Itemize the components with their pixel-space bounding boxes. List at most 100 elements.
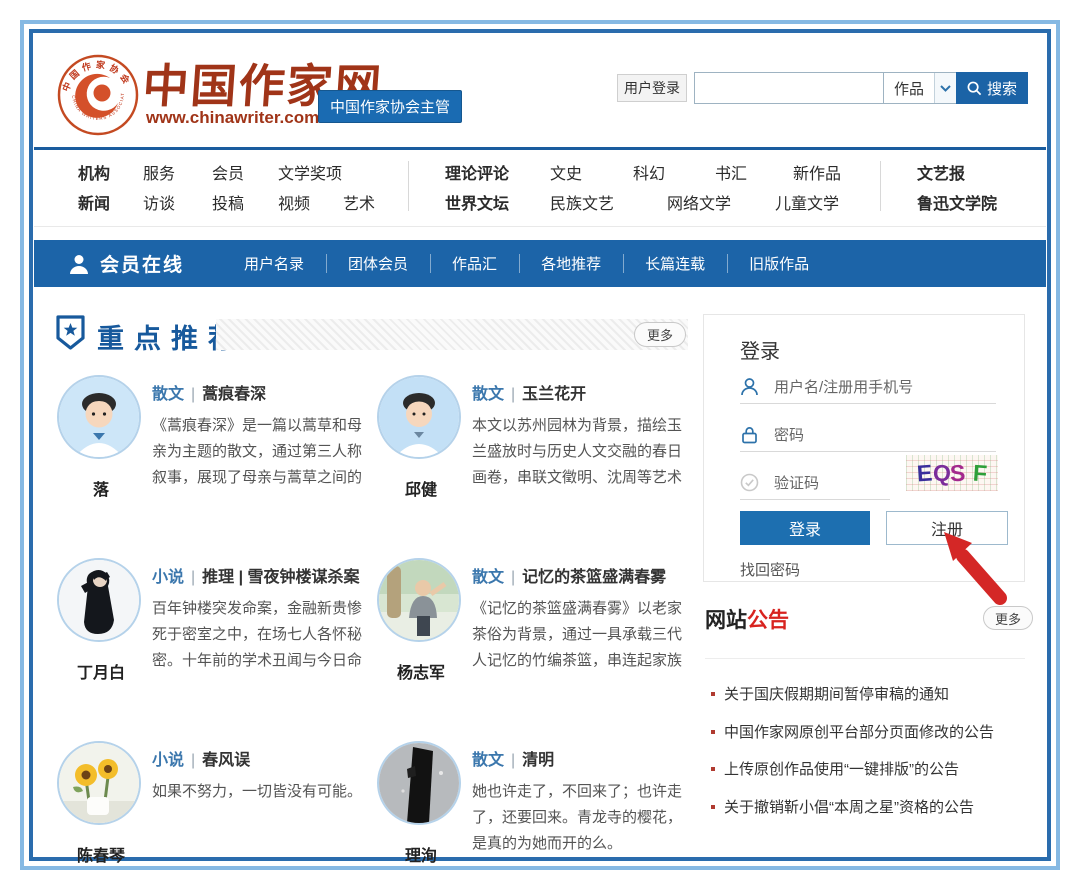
sunflower-avatar[interactable] [57, 741, 141, 825]
login-button[interactable]: 登录 [740, 511, 870, 545]
cartoon-boy-avatar[interactable] [377, 375, 461, 459]
author-name[interactable]: 陈春琴 [55, 842, 147, 866]
nav-item[interactable]: 艺术 [343, 190, 375, 214]
author-name[interactable]: 落 [55, 476, 147, 500]
search-icon [967, 81, 982, 96]
member-bar-title[interactable]: 会员在线 [100, 250, 184, 277]
member-bar-item[interactable]: 长篇连载 [623, 250, 727, 277]
recommend-card: 邱健 散文玉兰花开 本文以苏州园林为背景，描绘玉兰盛放时与历史人文交融的春日画卷… [375, 372, 695, 547]
login-title: 登录 [740, 335, 780, 364]
nav-item[interactable]: 访谈 [143, 190, 175, 214]
work-category[interactable]: 小说 [152, 569, 202, 586]
nav-item[interactable]: 机构 [78, 160, 110, 184]
nav-item[interactable]: 书汇 [715, 160, 747, 184]
member-online-bar: 会员在线 用户名录 团体会员 作品汇 各地推荐 长篇连载 旧版作品 [34, 240, 1046, 287]
search-category-value: 作品 [884, 78, 934, 99]
site-url[interactable]: www.chinawriter.com.cn [146, 108, 344, 128]
password-field[interactable]: 密码 [740, 418, 996, 452]
member-bar-item[interactable]: 用户名录 [222, 250, 326, 277]
notice-title-accent: 公告 [747, 609, 789, 632]
nav-item[interactable]: 文艺报 [917, 160, 965, 184]
search-category-select[interactable]: 作品 [883, 72, 957, 104]
work-title[interactable]: 清明 [522, 752, 554, 769]
nav-item[interactable]: 文学奖项 [278, 160, 342, 184]
captcha-letter: Q [932, 459, 951, 487]
outdoor-photo-avatar[interactable] [377, 558, 461, 642]
host-badge: 中国作家协会主管 [318, 90, 462, 123]
nav-item[interactable]: 投稿 [212, 190, 244, 214]
recommend-card: 理洵 散文清明 她也许走了，不回来了；也许走了，还要回来。青龙寺的樱花，是真的为… [375, 738, 695, 890]
author-name[interactable]: 理洵 [375, 842, 467, 866]
nav-item[interactable]: 视频 [278, 190, 310, 214]
nav-group-divider [880, 161, 881, 211]
captcha-letter: E [916, 459, 933, 487]
notice-item[interactable]: 中国作家网原创平台部分页面修改的公告 [705, 722, 1027, 745]
member-bar-item[interactable]: 旧版作品 [727, 250, 831, 277]
nav-item[interactable]: 世界文坛 [445, 190, 509, 214]
nav-item[interactable]: 民族文艺 [550, 190, 614, 214]
nav-item[interactable]: 新作品 [793, 160, 841, 184]
header-divider [34, 147, 1046, 150]
work-category[interactable]: 散文 [472, 752, 522, 769]
recommend-card: 杨志军 散文记忆的茶篮盛满春雾 《记忆的茶篮盛满春雾》以老家茶俗为背景，通过一具… [375, 555, 695, 730]
nav-item[interactable]: 会员 [212, 160, 244, 184]
captcha-image[interactable]: E Q S F [906, 455, 998, 491]
user-icon [740, 377, 759, 396]
nav-item[interactable]: 科幻 [633, 160, 665, 184]
work-category[interactable]: 散文 [152, 386, 202, 403]
notice-item[interactable]: 上传原创作品使用“一键排版”的公告 [705, 759, 1027, 782]
work-category[interactable]: 小说 [152, 752, 202, 769]
work-description: 如果不努力，一切皆没有可能。 [152, 779, 372, 805]
nav-item[interactable]: 服务 [143, 160, 175, 184]
member-bar-item[interactable]: 作品汇 [430, 250, 519, 277]
captcha-letter: S [950, 459, 967, 487]
recommend-more-button[interactable]: 更多 [634, 322, 686, 347]
work-category[interactable]: 散文 [472, 386, 522, 403]
badge-star-icon [55, 314, 86, 351]
author-name[interactable]: 杨志军 [375, 659, 467, 683]
search-button-label: 搜索 [987, 78, 1017, 99]
username-field[interactable]: 用户名/注册用手机号 [740, 370, 996, 404]
work-title[interactable]: 蒿痕春深 [202, 386, 266, 403]
lock-icon [740, 425, 759, 444]
nav-item[interactable]: 理论评论 [445, 160, 509, 184]
username-placeholder: 用户名/注册用手机号 [774, 376, 913, 397]
user-login-button[interactable]: 用户登录 [617, 74, 687, 102]
author-name[interactable]: 丁月白 [55, 659, 147, 683]
captcha-placeholder: 验证码 [774, 472, 819, 493]
notice-divider [705, 658, 1025, 659]
password-placeholder: 密码 [774, 424, 804, 445]
captcha-field[interactable]: 验证码 [740, 466, 890, 500]
nav-item[interactable]: 文史 [550, 160, 582, 184]
work-title[interactable]: 记忆的茶篮盛满春雾 [522, 569, 666, 586]
search-input[interactable] [694, 72, 884, 104]
annotation-arrow-icon [930, 520, 1022, 612]
notice-item[interactable]: 关于撤销靳小倡“本周之星”资格的公告 [705, 797, 1027, 820]
notice-section-title: 网站公告 [705, 604, 789, 634]
work-title[interactable]: 春风误 [202, 752, 250, 769]
chevron-down-icon[interactable] [934, 73, 956, 103]
site-seal-logo-icon[interactable]: 中国作家协会 CHINA WRITERS ASSOCIATION [57, 54, 139, 136]
notice-item[interactable]: 关于国庆假期期间暂停审稿的通知 [705, 684, 1027, 707]
cartoon-boy-avatar[interactable] [57, 375, 141, 459]
nav-item[interactable]: 儿童文学 [775, 190, 839, 214]
work-category[interactable]: 散文 [472, 569, 522, 586]
author-name[interactable]: 邱健 [375, 476, 467, 500]
nav-bottom-divider [34, 226, 1046, 227]
recommend-card: 落 散文蒿痕春深 《蒿痕春深》是一篇以蒿草和母亲为主题的散文，通过第三人称叙事，… [55, 372, 375, 547]
nav-group-divider [408, 161, 409, 211]
work-title[interactable]: 推理 | 雪夜钟楼谋杀案 [202, 569, 359, 586]
nav-item[interactable]: 网络文学 [667, 190, 731, 214]
member-bar-item[interactable]: 各地推荐 [519, 250, 623, 277]
member-bar-item[interactable]: 团体会员 [326, 250, 430, 277]
recommend-stripes-decoration [216, 319, 688, 350]
dark-figure-avatar[interactable] [57, 558, 141, 642]
dark-object-avatar[interactable] [377, 741, 461, 825]
nav-item[interactable]: 鲁迅文学院 [917, 190, 997, 214]
search-button[interactable]: 搜索 [956, 72, 1028, 104]
work-title[interactable]: 玉兰花开 [522, 386, 586, 403]
work-description: 本文以苏州园林为背景，描绘玉兰盛放时与历史人文交融的春日画卷，串联文徵明、沈周等… [472, 413, 692, 490]
work-description: 百年钟楼突发命案，金融新贵惨死于密室之中，在场七人各怀秘密。十年前的学术丑闻与今… [152, 596, 372, 673]
nav-item[interactable]: 新闻 [78, 190, 110, 214]
forgot-password-link[interactable]: 找回密码 [740, 559, 800, 580]
